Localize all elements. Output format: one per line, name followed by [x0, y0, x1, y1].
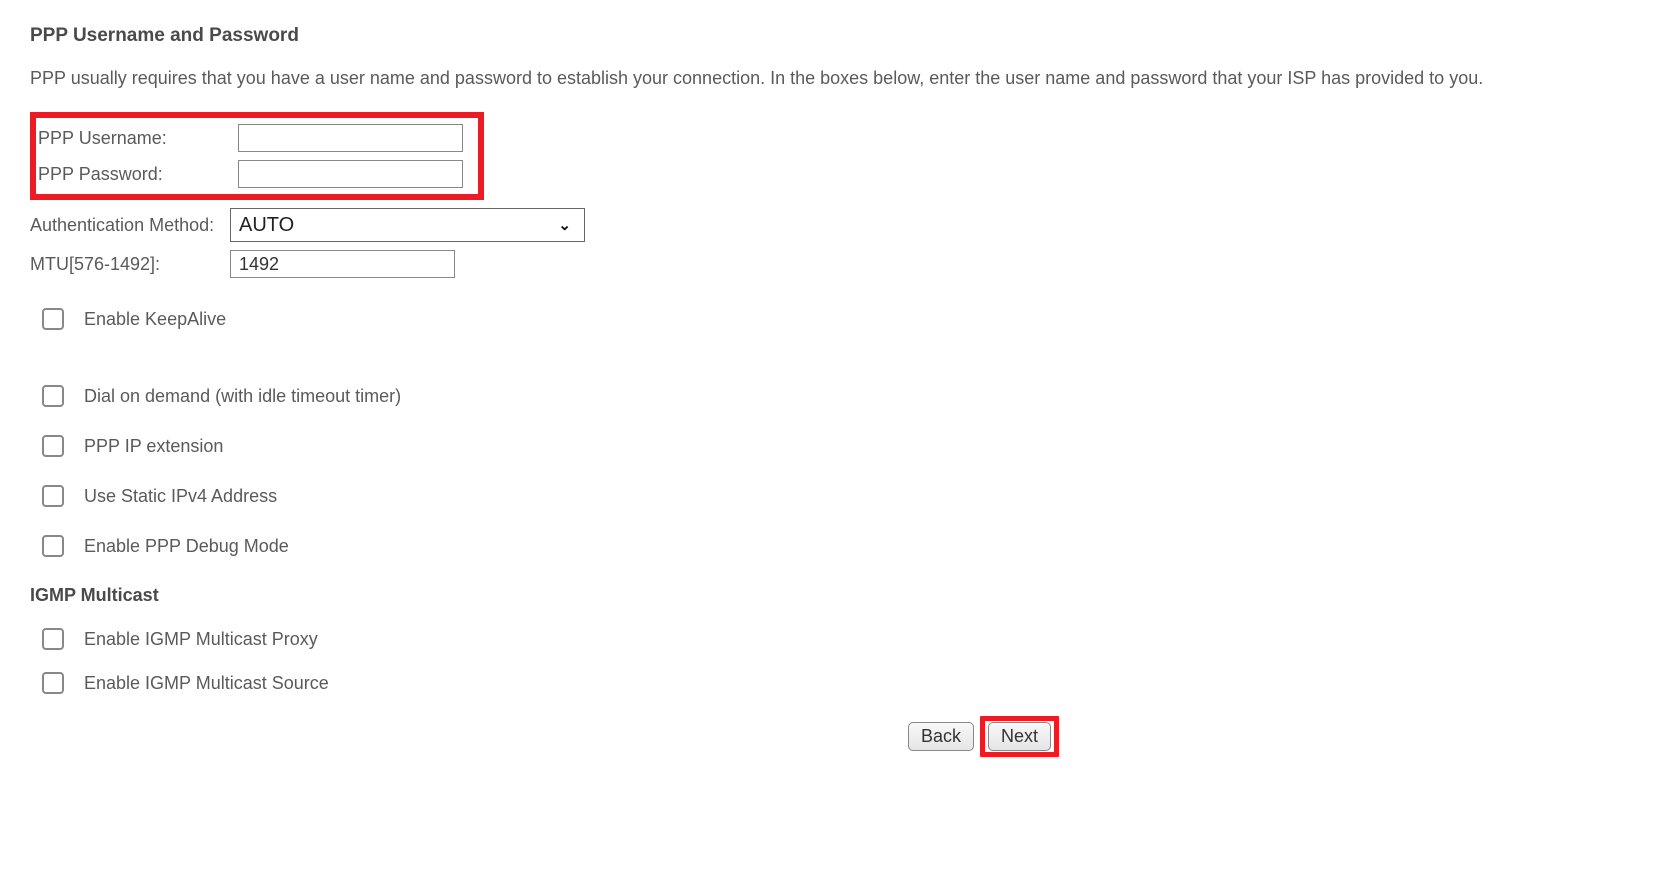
ppp-password-input[interactable]: [238, 160, 463, 188]
ppp-username-input[interactable]: [238, 124, 463, 152]
mtu-label: MTU[576-1492]:: [30, 251, 230, 278]
debug-mode-checkbox[interactable]: [42, 535, 64, 557]
igmp-proxy-checkbox[interactable]: [42, 628, 64, 650]
ppp-ip-extension-label: PPP IP extension: [84, 436, 223, 457]
auth-method-label: Authentication Method:: [30, 212, 230, 239]
nav-buttons: Back Next: [908, 716, 1635, 757]
credentials-highlight: PPP Username: PPP Password:: [30, 112, 484, 200]
keepalive-label: Enable KeepAlive: [84, 309, 226, 330]
ppp-password-label: PPP Password:: [38, 161, 238, 188]
debug-mode-label: Enable PPP Debug Mode: [84, 536, 289, 557]
next-button-highlight: Next: [980, 716, 1059, 757]
igmp-proxy-label: Enable IGMP Multicast Proxy: [84, 629, 318, 650]
ppp-username-label: PPP Username:: [38, 125, 238, 152]
back-button[interactable]: Back: [908, 722, 974, 751]
igmp-source-checkbox[interactable]: [42, 672, 64, 694]
mtu-input[interactable]: [230, 250, 455, 278]
igmp-source-label: Enable IGMP Multicast Source: [84, 673, 329, 694]
keepalive-checkbox[interactable]: [42, 308, 64, 330]
dial-on-demand-label: Dial on demand (with idle timeout timer): [84, 386, 401, 407]
static-ipv4-checkbox[interactable]: [42, 485, 64, 507]
auth-method-select[interactable]: AUTO: [230, 208, 585, 242]
static-ipv4-label: Use Static IPv4 Address: [84, 486, 277, 507]
dial-on-demand-checkbox[interactable]: [42, 385, 64, 407]
ppp-ip-extension-checkbox[interactable]: [42, 435, 64, 457]
igmp-heading: IGMP Multicast: [30, 585, 1635, 606]
next-button[interactable]: Next: [988, 722, 1051, 751]
page-title: PPP Username and Password: [30, 25, 1635, 47]
page-description: PPP usually requires that you have a use…: [30, 65, 1635, 92]
